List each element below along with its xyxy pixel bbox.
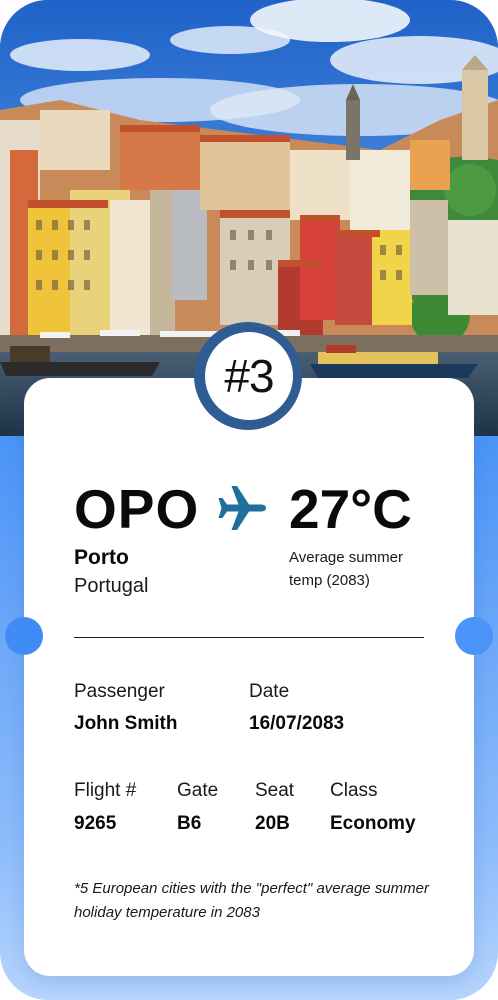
city-name: Porto	[74, 546, 129, 569]
rank-badge: #3	[205, 332, 293, 420]
ticket-notch-right	[455, 617, 493, 655]
gate-label: Gate	[177, 780, 219, 801]
seat-value: 20B	[255, 813, 290, 834]
temperature-note: Average summer temp (2083)	[289, 549, 403, 589]
passenger-label: Passenger	[74, 681, 165, 702]
airport-code: OPO	[74, 478, 200, 540]
country-name: Portugal	[74, 575, 149, 597]
gate-value: B6	[177, 813, 202, 834]
class-label: Class	[330, 780, 378, 801]
ticket-divider	[74, 637, 424, 638]
average-temperature: 27°C	[289, 478, 412, 540]
ticket-screen: #3 OPO 27°C Porto Portugal Average summe…	[0, 0, 498, 1000]
class-value: Economy	[330, 813, 416, 834]
flight-number: 9265	[74, 813, 117, 834]
date-label: Date	[249, 681, 290, 702]
flight-number-label: Flight #	[74, 780, 137, 801]
seat-label: Seat	[255, 780, 295, 801]
flight-date: 16/07/2083	[249, 713, 345, 734]
passenger-name: John Smith	[74, 713, 178, 734]
ticket-notch-left	[5, 617, 43, 655]
airplane-icon	[216, 484, 268, 532]
footnote: *5 European cities with the "perfect" av…	[74, 880, 429, 921]
